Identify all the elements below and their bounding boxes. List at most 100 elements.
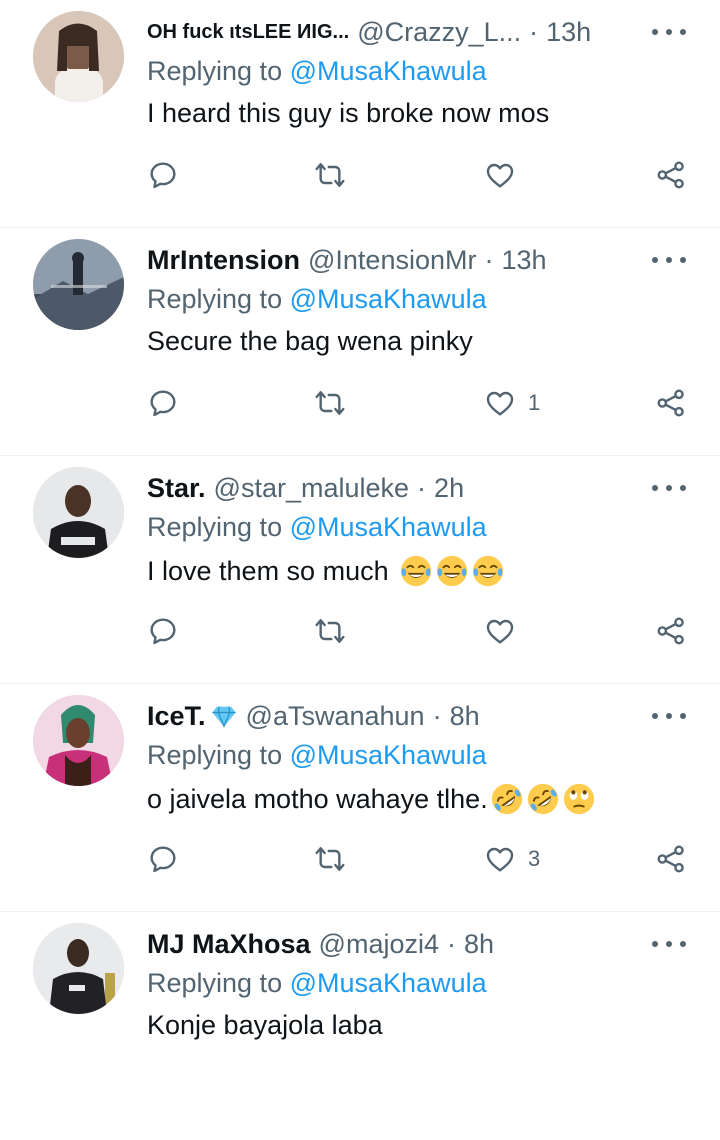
- share-button[interactable]: [655, 383, 687, 423]
- tweet-text-content: Secure the bag wena pinky: [147, 326, 473, 356]
- user-handle[interactable]: @star_maluleke: [214, 473, 410, 504]
- retweet-button[interactable]: [314, 155, 346, 195]
- tweet-actions: 3: [147, 839, 687, 879]
- like-button[interactable]: [484, 155, 528, 195]
- share-icon: [655, 843, 687, 875]
- separator-dot: ·: [432, 700, 442, 731]
- share-button[interactable]: [655, 155, 687, 195]
- tweet-actions: [147, 611, 687, 651]
- heart-icon: [484, 159, 516, 191]
- more-icon[interactable]: [652, 478, 686, 498]
- mention-link[interactable]: @MusaKhawula: [290, 512, 487, 542]
- replying-to: Replying to @MusaKhawula: [147, 284, 487, 315]
- heart-icon: [484, 387, 516, 419]
- tweet-text: I love them so much: [147, 554, 505, 588]
- diamond-icon: [210, 702, 238, 730]
- timestamp[interactable]: 8h: [450, 701, 480, 732]
- heart-icon: [484, 843, 516, 875]
- retweet-button[interactable]: [314, 383, 346, 423]
- timestamp[interactable]: 13h: [546, 17, 591, 48]
- user-handle[interactable]: @aTswanahun: [246, 701, 425, 732]
- reply-icon: [147, 159, 179, 191]
- display-name[interactable]: Star.: [147, 473, 206, 504]
- rofl-emoji: [526, 782, 560, 816]
- tweet-text: o jaivela motho wahaye tlhe.: [147, 782, 596, 816]
- user-handle[interactable]: @majozi4: [319, 929, 439, 960]
- retweet-icon: [314, 159, 346, 191]
- tweet-text-content: Konje bayajola laba: [147, 1010, 383, 1040]
- share-button[interactable]: [655, 611, 687, 651]
- retweet-button[interactable]: [314, 611, 346, 651]
- replying-to: Replying to @MusaKhawula: [147, 56, 487, 87]
- avatar[interactable]: [33, 695, 124, 786]
- user-handle[interactable]: @IntensionMr: [308, 245, 476, 276]
- mention-link[interactable]: @MusaKhawula: [290, 56, 487, 86]
- mention-link[interactable]: @MusaKhawula: [290, 740, 487, 770]
- reply-button[interactable]: [147, 155, 179, 195]
- reply-button[interactable]: [147, 383, 179, 423]
- share-icon: [655, 387, 687, 419]
- avatar[interactable]: [33, 239, 124, 330]
- reply-button[interactable]: [147, 611, 179, 651]
- avatar[interactable]: [33, 923, 124, 1014]
- eye-roll-emoji: [562, 782, 596, 816]
- tweet-text-content: I heard this guy is broke now mos: [147, 98, 550, 128]
- replying-label: Replying to: [147, 56, 283, 86]
- heart-icon: [484, 615, 516, 647]
- tweet[interactable]: OH fuck ιtsLEE ИIG... @Crazzy_L... · 13h…: [0, 0, 720, 228]
- like-button[interactable]: 1: [484, 383, 540, 423]
- retweet-icon: [314, 387, 346, 419]
- display-name[interactable]: OH fuck ιtsLEE ИIG...: [147, 21, 349, 44]
- replying-label: Replying to: [147, 512, 283, 542]
- separator-dot: ·: [447, 928, 456, 959]
- like-count: 1: [528, 390, 541, 415]
- replying-label: Replying to: [147, 740, 283, 770]
- retweet-button[interactable]: [314, 839, 346, 879]
- replying-label: Replying to: [147, 968, 283, 998]
- like-button[interactable]: [484, 611, 528, 651]
- tweet-text-content: I love them so much: [147, 555, 389, 586]
- retweet-icon: [314, 843, 346, 875]
- more-icon[interactable]: [652, 706, 686, 726]
- replying-label: Replying to: [147, 284, 283, 314]
- more-icon[interactable]: [652, 934, 686, 954]
- tweet-header: MJ MaXhosa @majozi4 · 8h: [147, 926, 640, 962]
- tweet-header: OH fuck ιtsLEE ИIG... @Crazzy_L... · 13h: [147, 14, 640, 50]
- reply-feed: OH fuck ιtsLEE ИIG... @Crazzy_L... · 13h…: [0, 0, 720, 1140]
- retweet-icon: [314, 615, 346, 647]
- reply-icon: [147, 615, 179, 647]
- reply-icon: [147, 387, 179, 419]
- tweet[interactable]: Star. @star_maluleke · 2h Replying to @M…: [0, 456, 720, 684]
- tweet-header: Star. @star_maluleke · 2h: [147, 470, 640, 506]
- separator-dot: ·: [417, 472, 427, 503]
- tweet[interactable]: MJ MaXhosa @majozi4 · 8h Replying to @Mu…: [0, 912, 720, 1140]
- display-name[interactable]: MrIntension: [147, 245, 300, 276]
- tweet-actions: [147, 155, 687, 195]
- timestamp[interactable]: 2h: [434, 473, 464, 504]
- avatar[interactable]: [33, 467, 124, 558]
- tears-of-joy-emoji: [435, 554, 469, 588]
- rofl-emoji: [490, 782, 524, 816]
- like-count: 3: [528, 846, 541, 871]
- share-icon: [655, 615, 687, 647]
- timestamp[interactable]: 13h: [501, 245, 546, 276]
- tears-of-joy-emoji: [471, 554, 505, 588]
- tears-of-joy-emoji: [399, 554, 433, 588]
- tweet-header: IceT. @aTswanahun · 8h: [147, 698, 640, 734]
- timestamp[interactable]: 8h: [464, 929, 494, 960]
- replying-to: Replying to @MusaKhawula: [147, 512, 487, 543]
- mention-link[interactable]: @MusaKhawula: [290, 968, 487, 998]
- tweet[interactable]: IceT. @aTswanahun · 8h Replying to @Musa…: [0, 684, 720, 912]
- share-button[interactable]: [655, 839, 687, 879]
- like-button[interactable]: 3: [484, 839, 540, 879]
- reply-button[interactable]: [147, 839, 179, 879]
- avatar[interactable]: [33, 11, 124, 102]
- display-name[interactable]: IceT.: [147, 701, 206, 732]
- tweet[interactable]: MrIntension @IntensionMr · 13h Replying …: [0, 228, 720, 456]
- reply-icon: [147, 843, 179, 875]
- user-handle[interactable]: @Crazzy_L...: [357, 17, 521, 48]
- more-icon[interactable]: [652, 250, 686, 270]
- display-name[interactable]: MJ MaXhosa: [147, 929, 311, 960]
- more-icon[interactable]: [652, 22, 686, 42]
- mention-link[interactable]: @MusaKhawula: [290, 284, 487, 314]
